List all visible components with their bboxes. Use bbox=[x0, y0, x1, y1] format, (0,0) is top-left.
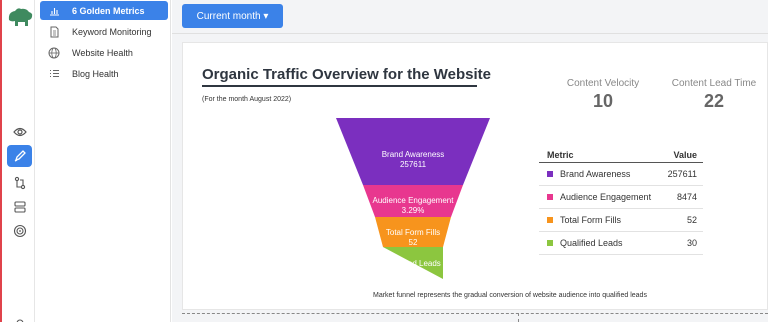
funnel-label-total-form-fills: Total Form Fills 52 bbox=[333, 228, 493, 248]
bar-chart-icon bbox=[48, 5, 60, 17]
table-row: Qualified Leads 30 bbox=[539, 232, 703, 255]
page-title: Organic Traffic Overview for the Website bbox=[202, 66, 491, 83]
sidebar-item-label: 6 Golden Metrics bbox=[72, 5, 145, 16]
metric-name: Audience Engagement bbox=[560, 192, 652, 202]
market-funnel: Brand Awareness 257611 Audience Engageme… bbox=[333, 115, 493, 287]
metrics-table: Metric Value Brand Awareness 257611 Audi… bbox=[539, 147, 703, 255]
funnel-stage-value: 257611 bbox=[399, 160, 427, 169]
metric-value: 52 bbox=[686, 215, 697, 225]
metric-value: 8474 bbox=[676, 192, 697, 202]
dashed-divider bbox=[182, 313, 768, 314]
git-compare-icon[interactable] bbox=[7, 172, 32, 194]
sidebar-item-label: Website Health bbox=[72, 47, 133, 58]
eye-icon[interactable] bbox=[7, 121, 32, 143]
target-icon[interactable] bbox=[7, 220, 32, 242]
current-month-dropdown[interactable]: Current month ▾ bbox=[182, 4, 283, 28]
icon-rail bbox=[0, 0, 35, 322]
sidebar-item-label: Keyword Monitoring bbox=[72, 26, 152, 37]
kpi-label: Content Velocity bbox=[566, 78, 640, 89]
sidebar-item-label: Blog Health bbox=[72, 68, 119, 79]
sidebar-item-keyword-monitoring[interactable]: Keyword Monitoring bbox=[40, 22, 168, 41]
kpi-label: Content Lead Time bbox=[671, 78, 757, 89]
funnel-label-audience-engagement: Audience Engagement 3.29% bbox=[333, 196, 493, 216]
metric-value: 257611 bbox=[667, 169, 697, 179]
table-row: Audience Engagement 8474 bbox=[539, 186, 703, 209]
funnel-caption: Market funnel represents the gradual con… bbox=[373, 292, 647, 299]
funnel-stage-name: Total Form Fills bbox=[385, 228, 441, 237]
funnel-stage-name: Qualified Leads bbox=[385, 259, 441, 268]
table-row: Brand Awareness 257611 bbox=[539, 163, 703, 186]
server-icon[interactable] bbox=[7, 196, 32, 218]
funnel-stage-value: 52 bbox=[408, 238, 418, 247]
funnel-label-brand-awareness: Brand Awareness 257611 bbox=[333, 150, 493, 170]
sidebar-item-blog-health[interactable]: Blog Health bbox=[40, 64, 168, 83]
legend-swatch bbox=[547, 217, 553, 223]
legend-swatch bbox=[547, 240, 553, 246]
settings-icon[interactable] bbox=[7, 312, 32, 322]
title-underline bbox=[202, 85, 477, 87]
kpi-value: 10 bbox=[592, 91, 614, 111]
bear-logo-icon[interactable] bbox=[6, 6, 34, 28]
report-period: (For the month August 2022) bbox=[202, 96, 292, 103]
metric-name: Total Form Fills bbox=[560, 215, 622, 225]
divider bbox=[172, 33, 768, 34]
globe-icon bbox=[48, 47, 60, 59]
kpi-content-velocity: Content Velocity 10 bbox=[558, 78, 648, 112]
value-column-header: Value bbox=[673, 149, 697, 160]
list-icon bbox=[48, 68, 60, 80]
kpi-content-lead-time: Content Lead Time 22 bbox=[667, 78, 761, 112]
funnel-stage-value: 3.29% bbox=[401, 206, 425, 215]
metric-name: Brand Awareness bbox=[560, 169, 631, 179]
funnel-stage-name: Brand Awareness bbox=[381, 150, 445, 159]
table-row: Total Form Fills 52 bbox=[539, 209, 703, 232]
funnel-stage-value: 30 bbox=[408, 269, 418, 278]
table-header: Metric Value bbox=[539, 147, 703, 163]
document-icon bbox=[48, 26, 60, 38]
metric-name: Qualified Leads bbox=[560, 238, 623, 248]
funnel-label-qualified-leads: Qualified Leads 30 bbox=[333, 259, 493, 279]
metric-value: 30 bbox=[686, 238, 697, 248]
dashed-divider-vertical bbox=[518, 313, 519, 322]
metric-column-header: Metric bbox=[547, 149, 574, 160]
organic-traffic-card: Organic Traffic Overview for the Website… bbox=[182, 42, 768, 310]
pen-icon[interactable] bbox=[7, 145, 32, 167]
legend-swatch bbox=[547, 194, 553, 200]
sidebar-item-website-health[interactable]: Website Health bbox=[40, 43, 168, 62]
main-content: Current month ▾ Organic Traffic Overview… bbox=[172, 0, 768, 322]
legend-swatch bbox=[547, 171, 553, 177]
sidebar: 6 Golden Metrics Keyword Monitoring Webs… bbox=[36, 0, 171, 322]
kpi-value: 22 bbox=[703, 91, 725, 111]
funnel-stage-name: Audience Engagement bbox=[372, 196, 454, 205]
sidebar-item-golden-metrics[interactable]: 6 Golden Metrics bbox=[40, 1, 168, 20]
